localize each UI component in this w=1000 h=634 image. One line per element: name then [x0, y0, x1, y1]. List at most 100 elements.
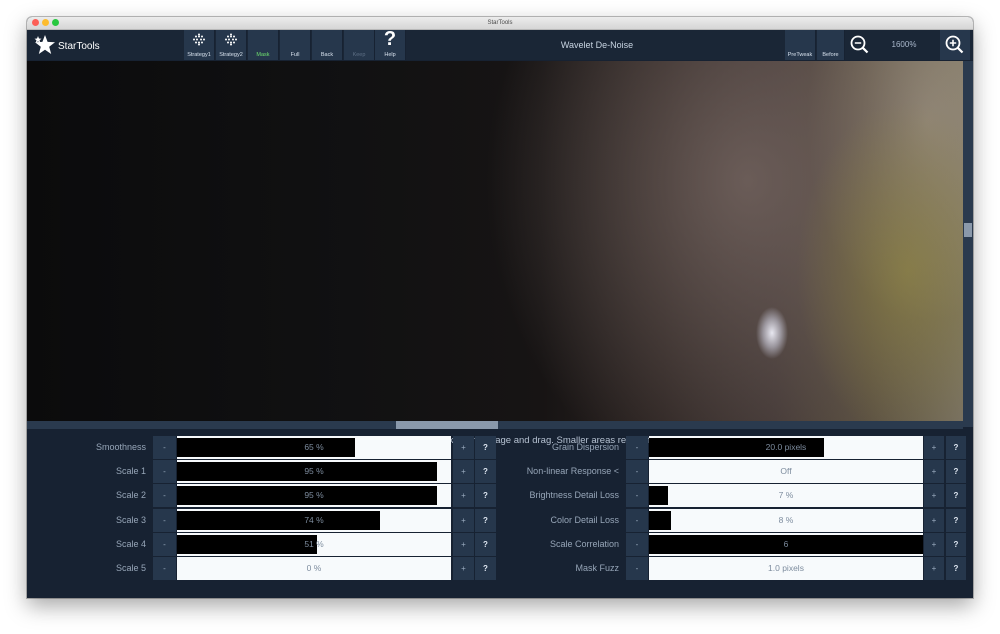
param-label: Non-linear Response < [526, 466, 619, 476]
param-label: Scale 1 [115, 466, 146, 476]
param-slider-scale-5[interactable]: 0 % [177, 557, 451, 580]
param-help-button[interactable]: ? [475, 460, 496, 483]
decrease-button[interactable]: - [626, 533, 648, 556]
help-button[interactable]: ? Help [375, 28, 406, 60]
vertical-scrollbar[interactable] [963, 61, 973, 427]
param-value: 8 % [778, 515, 794, 525]
before-button[interactable]: Before [817, 30, 845, 60]
horizontal-scroll-thumb[interactable] [396, 421, 498, 429]
param-value: 95 % [304, 490, 324, 500]
decrease-button[interactable]: - [153, 533, 176, 556]
param-value: 51 % [304, 539, 324, 549]
param-slider-scale-correlation[interactable]: 6 [649, 533, 923, 556]
decrease-button[interactable]: - [626, 509, 648, 532]
zoom-out-button[interactable] [845, 30, 875, 60]
param-label: Smoothness [95, 442, 146, 452]
param-slider-mask-fuzz[interactable]: 1.0 pixels [649, 557, 923, 580]
increase-button[interactable]: + [924, 484, 944, 507]
param-label: Scale Correlation [549, 539, 619, 549]
toolbar: StarTools Strategy1 Strategy2 Mask Full … [27, 28, 973, 60]
param-value: Off [780, 466, 792, 476]
decrease-button[interactable]: - [153, 509, 176, 532]
increase-button[interactable]: + [453, 460, 474, 483]
param-row-scale-2: Scale 2- 95 % +? [27, 484, 497, 507]
decrease-button[interactable]: - [153, 557, 176, 580]
param-slider-scale-2[interactable]: 95 % [177, 484, 451, 507]
strategy1-button[interactable]: Strategy1 [184, 30, 215, 60]
increase-button[interactable]: + [453, 533, 474, 556]
mask-label: Mask [256, 52, 270, 58]
param-value: 0 % [306, 563, 322, 573]
param-help-button[interactable]: ? [475, 557, 496, 580]
increase-button[interactable]: + [924, 460, 944, 483]
decrease-button[interactable]: - [626, 557, 648, 580]
param-label: Mask Fuzz [575, 563, 619, 573]
image-preview[interactable] [27, 61, 963, 421]
increase-button[interactable]: + [924, 533, 944, 556]
param-help-button[interactable]: ? [946, 484, 966, 507]
param-help-button[interactable]: ? [475, 533, 496, 556]
decrease-button[interactable]: - [626, 436, 648, 459]
mask-button[interactable]: Mask [248, 30, 279, 60]
param-slider-grain-dispersion[interactable]: 20.0 pixels [649, 436, 923, 459]
param-slider-color-detail-loss[interactable]: 8 % [649, 509, 923, 532]
param-value: 20.0 pixels [765, 442, 807, 452]
param-help-button[interactable]: ? [946, 460, 966, 483]
decrease-button[interactable]: - [626, 484, 648, 507]
param-row-scale-5: Scale 5- 0 % +? [27, 557, 497, 580]
param-help-button[interactable]: ? [946, 533, 966, 556]
full-button[interactable]: Full [280, 30, 311, 60]
param-help-button[interactable]: ? [946, 436, 966, 459]
param-slider-scale-3[interactable]: 74 % [177, 509, 451, 532]
param-help-button[interactable]: ? [946, 557, 966, 580]
decrease-button[interactable]: - [153, 436, 176, 459]
param-label: Brightness Detail Loss [529, 490, 619, 500]
app-logo-text: StarTools [58, 41, 100, 52]
param-help-button[interactable]: ? [475, 509, 496, 532]
strategy1-label: Strategy1 [187, 52, 211, 58]
increase-button[interactable]: + [453, 509, 474, 532]
back-button[interactable]: Back [312, 30, 343, 60]
param-row-non-linear-response: Non-linear Response < - Off +? [502, 460, 972, 483]
param-value: 7 % [778, 490, 794, 500]
decrease-button[interactable]: - [153, 484, 176, 507]
vertical-scroll-thumb[interactable] [964, 223, 972, 237]
strategy2-button[interactable]: Strategy2 [216, 30, 247, 60]
param-slider-brightness-detail-loss[interactable]: 7 % [649, 484, 923, 507]
param-label: Scale 3 [115, 515, 146, 525]
magnifier-minus-icon [850, 35, 869, 54]
param-help-button[interactable]: ? [475, 484, 496, 507]
increase-button[interactable]: + [453, 484, 474, 507]
param-value: 95 % [304, 466, 324, 476]
param-value: 65 % [304, 442, 324, 452]
window-title: StarTools [487, 20, 513, 26]
increase-button[interactable]: + [924, 557, 944, 580]
param-slider-scale-1[interactable]: 95 % [177, 460, 451, 483]
magnifier-plus-icon [945, 35, 964, 54]
decrease-button[interactable]: - [153, 460, 176, 483]
tool-title: Wavelet De-Noise [560, 40, 634, 50]
param-row-scale-4: Scale 4- 51 % +? [27, 533, 497, 556]
param-slider-smoothness[interactable]: 65 % [177, 436, 451, 459]
decrease-button[interactable]: - [626, 460, 648, 483]
param-label: Color Detail Loss [550, 515, 619, 525]
param-help-button[interactable]: ? [946, 509, 966, 532]
app-window: StarTools StarTools Strategy1 Strategy2 … [27, 17, 973, 598]
increase-button[interactable]: + [453, 557, 474, 580]
param-help-button[interactable]: ? [475, 436, 496, 459]
pretweak-button[interactable]: PreTweak [785, 30, 816, 60]
param-row-smoothness: Smoothness - 65 % +? [27, 436, 497, 459]
star-icon [34, 35, 55, 54]
horizontal-scrollbar[interactable] [27, 421, 963, 429]
increase-button[interactable]: + [453, 436, 474, 459]
param-slider-non-linear-response[interactable]: Off [649, 460, 923, 483]
increase-button[interactable]: + [924, 509, 944, 532]
param-label: Grain Dispersion [551, 442, 619, 452]
param-slider-scale-4[interactable]: 51 % [177, 533, 451, 556]
param-value: 6 [783, 539, 789, 549]
param-row-scale-1: Scale 1- 95 % +? [27, 460, 497, 483]
zoom-in-button[interactable] [940, 30, 970, 60]
keep-button[interactable]: Keep [344, 30, 375, 60]
full-label: Full [290, 52, 300, 58]
increase-button[interactable]: + [924, 436, 944, 459]
